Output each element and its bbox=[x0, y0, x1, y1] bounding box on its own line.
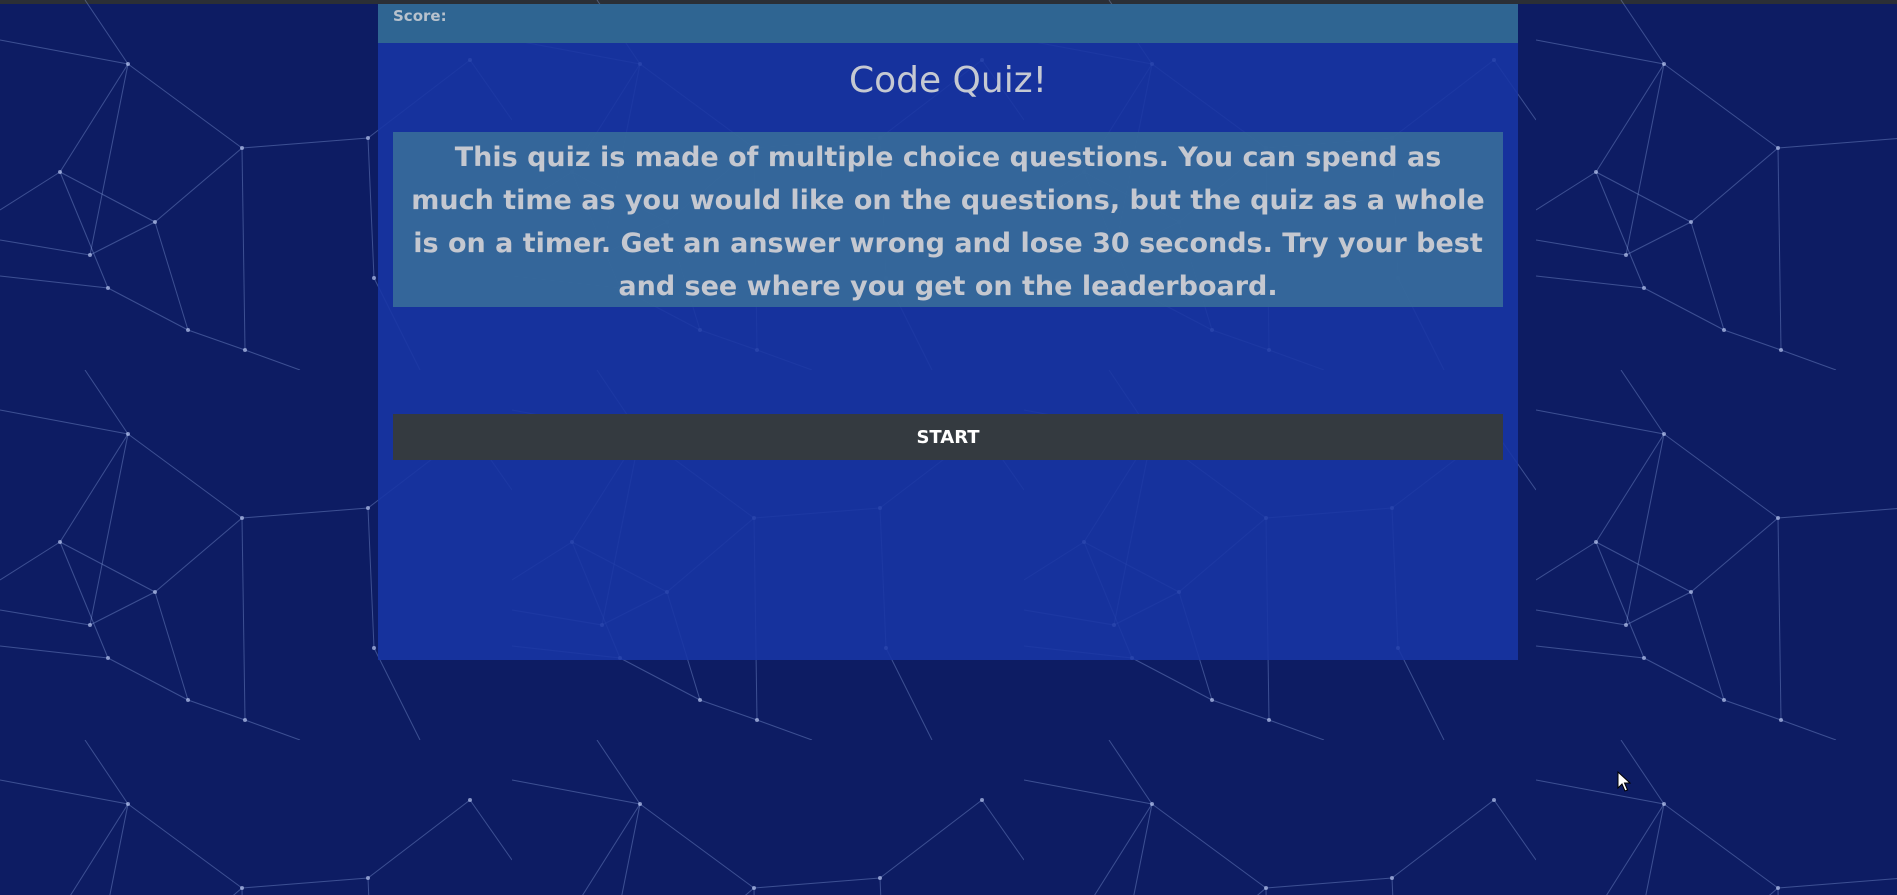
mouse-cursor-icon bbox=[1617, 771, 1631, 792]
start-button[interactable]: START bbox=[393, 414, 1503, 460]
quiz-title: Code Quiz! bbox=[848, 60, 1048, 101]
score-label: Score: bbox=[393, 7, 447, 25]
quiz-panel: Score: Code Quiz! This quiz is made of m… bbox=[378, 4, 1518, 660]
score-bar: Score: bbox=[378, 4, 1518, 43]
quiz-description: This quiz is made of multiple choice que… bbox=[393, 132, 1503, 307]
